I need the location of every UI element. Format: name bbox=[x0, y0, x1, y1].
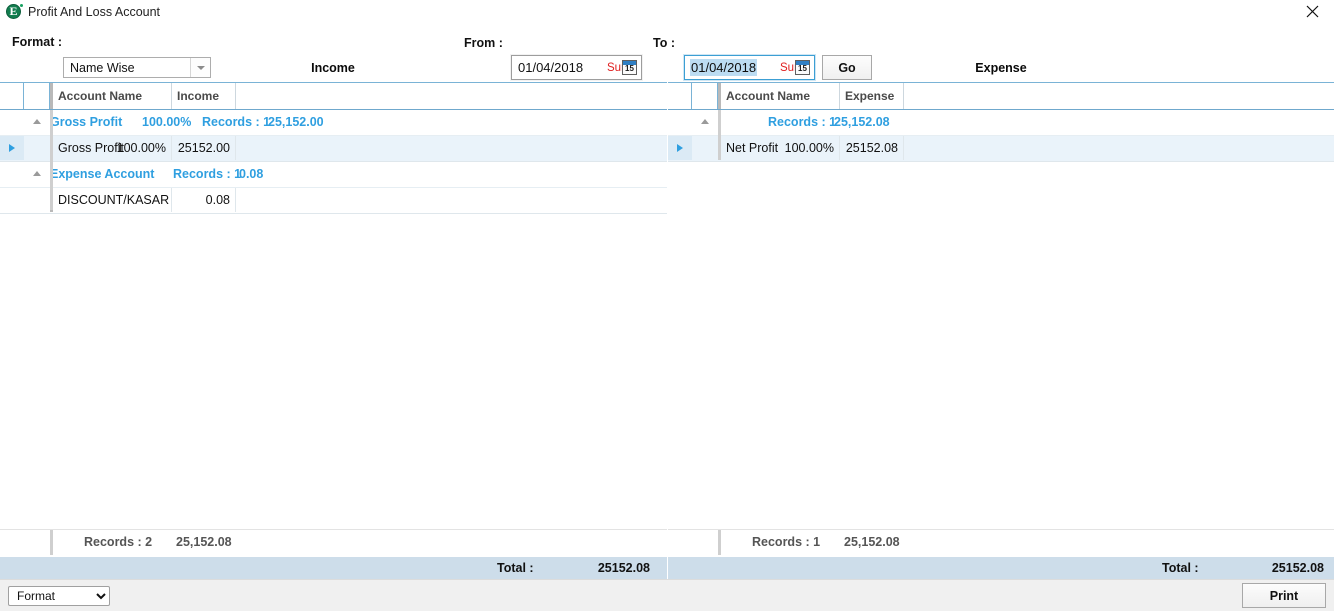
group-name: Expense Account bbox=[50, 167, 155, 181]
income-header-filler bbox=[236, 83, 667, 109]
income-panel-caption: Income bbox=[311, 61, 355, 75]
window-title: Profit And Loss Account bbox=[28, 5, 161, 19]
cell-account-percent: 100.00% bbox=[116, 141, 166, 155]
income-footer-sum: 25,152.08 bbox=[176, 535, 232, 549]
expense-grid-body: Records : 1 25,152.08 Net Profit 100.00% 251… bbox=[668, 110, 1334, 556]
export-format-select[interactable]: Format bbox=[8, 586, 110, 606]
filter-toolbar: Format : Name Wise From : 01/04/2018 Sun… bbox=[0, 24, 1334, 80]
print-button[interactable]: Print bbox=[1242, 583, 1326, 608]
table-row[interactable]: Net Profit 100.00% 25152.08 bbox=[668, 136, 1334, 162]
expense-header-expense[interactable]: Expense bbox=[840, 83, 904, 109]
group-header-row[interactable]: Records : 1 25,152.08 bbox=[668, 110, 1334, 136]
expense-header-filler bbox=[904, 83, 1334, 109]
row-caret-icon bbox=[677, 144, 683, 152]
collapse-toggle-icon[interactable] bbox=[33, 171, 41, 176]
collapse-toggle-icon[interactable] bbox=[701, 119, 709, 124]
group-sum: 25,152.00 bbox=[268, 115, 324, 129]
expense-header-indicator-col bbox=[668, 83, 692, 109]
group-sum: 0.08 bbox=[239, 167, 264, 181]
group-name: Gross Profit bbox=[50, 115, 123, 129]
group-percent: 100.00% bbox=[142, 115, 192, 129]
expense-total-bar: Total : 25152.08 bbox=[668, 557, 1334, 579]
group-header-row[interactable]: Expense Account Records : 1 0.08 bbox=[0, 162, 667, 188]
group-records-label: Records : 1 bbox=[173, 167, 242, 181]
income-header-indicator-col bbox=[0, 83, 24, 109]
to-label: To : bbox=[653, 36, 675, 50]
cell-filler bbox=[904, 136, 1334, 160]
income-total-bar: Total : 25152.08 bbox=[0, 557, 667, 579]
income-total-value: 25152.08 bbox=[597, 561, 650, 575]
format-label: Format : bbox=[12, 35, 62, 49]
group-header-row[interactable]: Gross Profit 100.00% Records : 1 25,152.00 bbox=[0, 110, 667, 136]
income-header-income[interactable]: Income bbox=[172, 83, 236, 109]
expense-panel-caption: Expense bbox=[975, 61, 1027, 75]
app-logo-icon: E bbox=[6, 4, 23, 20]
from-label: From : bbox=[464, 36, 503, 50]
expense-header-group-col bbox=[692, 83, 718, 109]
table-row[interactable]: Gross Profit 100.00% 25152.00 bbox=[0, 136, 667, 162]
cell-filler bbox=[236, 136, 667, 160]
collapse-toggle-icon[interactable] bbox=[33, 119, 41, 124]
cell-filler bbox=[236, 188, 667, 212]
cell-amount: 25152.00 bbox=[172, 136, 236, 160]
cell-amount: 25152.08 bbox=[840, 136, 904, 160]
group-records-label: Records : 1 bbox=[202, 115, 271, 129]
income-total-label: Total : bbox=[497, 561, 534, 575]
income-grid: Account Name Income Gross Profit 100.00% R… bbox=[0, 82, 667, 556]
expense-grid: Account Name Expense Records : 1 25,152.0… bbox=[668, 82, 1334, 556]
cell-account-name: Net Profit 100.00% bbox=[718, 136, 840, 160]
expense-header-account-name[interactable]: Account Name bbox=[718, 83, 840, 109]
income-footer: Records : 2 25,152.08 bbox=[0, 529, 667, 556]
close-icon[interactable] bbox=[1290, 0, 1334, 23]
row-indicator bbox=[0, 136, 24, 160]
row-indicator bbox=[0, 188, 24, 212]
expense-footer-records: Records : 1 bbox=[752, 535, 821, 549]
income-footer-records: Records : 2 bbox=[84, 535, 153, 549]
cell-amount: 0.08 bbox=[172, 188, 236, 212]
expense-total-label: Total : bbox=[1162, 561, 1199, 575]
group-records-label: Records : 1 bbox=[768, 115, 837, 129]
expense-footer-sum: 25,152.08 bbox=[844, 535, 900, 549]
income-grid-body: Gross Profit 100.00% Records : 1 25,152.00 G… bbox=[0, 110, 667, 556]
cell-account-name: Gross Profit 100.00% bbox=[50, 136, 172, 160]
income-grid-header: Account Name Income bbox=[0, 83, 667, 110]
income-header-group-col bbox=[24, 83, 50, 109]
expense-grid-header: Account Name Expense bbox=[668, 83, 1334, 110]
table-row[interactable]: DISCOUNT/KASAR 0.08 bbox=[0, 188, 667, 214]
bottom-toolbar: Format Print bbox=[0, 579, 1334, 611]
expense-total-value: 25152.08 bbox=[1271, 561, 1324, 575]
cell-account-name: DISCOUNT/KASAR bbox=[50, 188, 172, 212]
cell-account-percent: 100.00% bbox=[784, 141, 834, 155]
group-sum: 25,152.08 bbox=[834, 115, 890, 129]
row-caret-icon bbox=[9, 144, 15, 152]
expense-footer: Records : 1 25,152.08 bbox=[668, 529, 1334, 556]
window-titlebar: E Profit And Loss Account bbox=[0, 0, 1334, 25]
row-indicator bbox=[668, 136, 692, 160]
income-header-account-name[interactable]: Account Name bbox=[50, 83, 172, 109]
